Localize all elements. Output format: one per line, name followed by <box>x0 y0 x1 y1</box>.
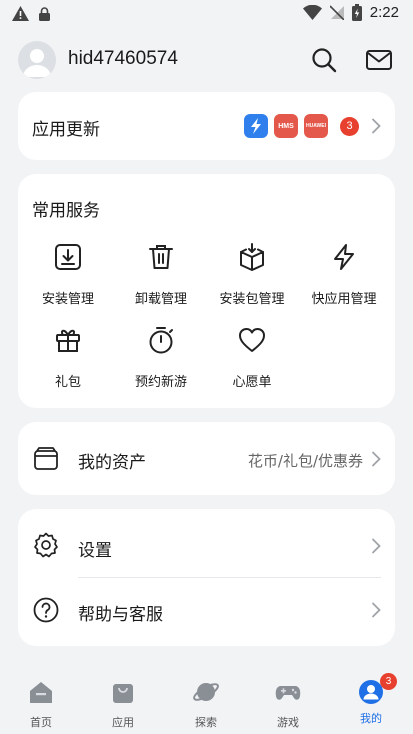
chevron-right-icon <box>372 118 381 134</box>
gift-icon <box>56 329 80 352</box>
app-update-card[interactable]: 应用更新 HMS HUAWEI 3 <box>18 92 395 160</box>
service-install-manage[interactable]: 安装管理 <box>20 242 116 307</box>
nav-label: 游戏 <box>277 716 299 729</box>
settings-row[interactable]: 设置 <box>18 509 395 577</box>
settings-card: 设置 帮助与客服 <box>18 509 395 646</box>
nav-explore[interactable]: 探索 <box>176 678 236 730</box>
chevron-right-icon <box>372 602 381 618</box>
service-gift[interactable]: 礼包 <box>20 325 116 390</box>
service-label: 快应用管理 <box>311 292 377 307</box>
service-label: 心愿单 <box>232 375 272 390</box>
service-wishlist[interactable]: 心愿单 <box>204 325 300 390</box>
package-icon <box>240 243 264 271</box>
nav-label: 首页 <box>30 716 52 729</box>
nav-label: 我的 <box>360 712 382 725</box>
status-time: 2:22 <box>369 4 399 21</box>
battery-icon <box>351 4 362 21</box>
bag-icon <box>113 684 133 703</box>
nav-home[interactable]: 首页 <box>11 678 71 730</box>
profile-header: hid47460574 <box>0 40 413 80</box>
home-icon <box>30 682 52 703</box>
app-update-title: 应用更新 <box>32 120 100 140</box>
service-reserve-games[interactable]: 预约新游 <box>113 325 209 390</box>
chevron-right-icon <box>372 451 381 467</box>
service-label: 礼包 <box>54 375 81 390</box>
service-uninstall-manage[interactable]: 卸载管理 <box>113 242 209 307</box>
service-label: 预约新游 <box>134 375 187 390</box>
gear-icon <box>34 532 58 558</box>
planet-icon <box>193 683 219 701</box>
wifi-icon <box>302 5 322 20</box>
nav-label: 应用 <box>112 716 134 729</box>
no-sim-icon <box>329 5 344 20</box>
install-icon <box>55 244 81 270</box>
assets-label: 我的资产 <box>78 453 146 473</box>
settings-label: 设置 <box>78 541 112 561</box>
gamepad-icon <box>275 686 301 700</box>
search-icon[interactable] <box>310 46 338 74</box>
warning-icon <box>12 6 29 21</box>
nav-me-badge: 3 <box>380 673 397 690</box>
nav-me[interactable]: 3 我的 <box>341 673 401 726</box>
heart-icon <box>239 328 265 352</box>
huawei-app-icon: HUAWEI <box>304 114 328 138</box>
services-card: 常用服务 安装管理 卸载管理 安装包管理 快应用管理 礼包 预约新游 心愿单 <box>18 174 395 408</box>
nav-label: 探索 <box>195 716 217 729</box>
assets-card[interactable]: 我的资产 花币/礼包/优惠券 <box>18 422 395 495</box>
quick-app-icon <box>334 244 354 270</box>
service-label: 安装包管理 <box>219 292 285 307</box>
bottom-nav: 首页 应用 探索 游戏 3 我的 <box>0 672 413 734</box>
trash-icon <box>149 245 173 269</box>
timer-icon <box>149 327 173 354</box>
service-quick-app-manage[interactable]: 快应用管理 <box>296 242 392 307</box>
help-row[interactable]: 帮助与客服 <box>18 578 395 646</box>
service-label: 安装管理 <box>41 292 94 307</box>
chevron-right-icon <box>372 538 381 554</box>
help-icon <box>33 597 59 623</box>
service-package-manage[interactable]: 安装包管理 <box>204 242 300 307</box>
wallet-icon <box>34 447 58 470</box>
username[interactable]: hid47460574 <box>68 48 178 70</box>
update-count-badge: 3 <box>340 116 359 136</box>
update-app-icons: HMS HUAWEI 3 <box>244 114 359 138</box>
mail-icon[interactable] <box>365 46 393 74</box>
services-title: 常用服务 <box>32 201 100 221</box>
avatar[interactable] <box>18 41 56 79</box>
nav-games[interactable]: 游戏 <box>258 678 318 730</box>
hms-app-icon: HMS <box>274 114 298 138</box>
assets-value: 花币/礼包/优惠券 <box>247 452 363 470</box>
status-bar: 2:22 <box>0 0 413 30</box>
service-label: 卸载管理 <box>134 292 187 307</box>
thunder-app-icon <box>244 114 268 138</box>
nav-apps[interactable]: 应用 <box>93 678 153 730</box>
lock-icon <box>39 6 50 21</box>
help-label: 帮助与客服 <box>78 605 163 625</box>
